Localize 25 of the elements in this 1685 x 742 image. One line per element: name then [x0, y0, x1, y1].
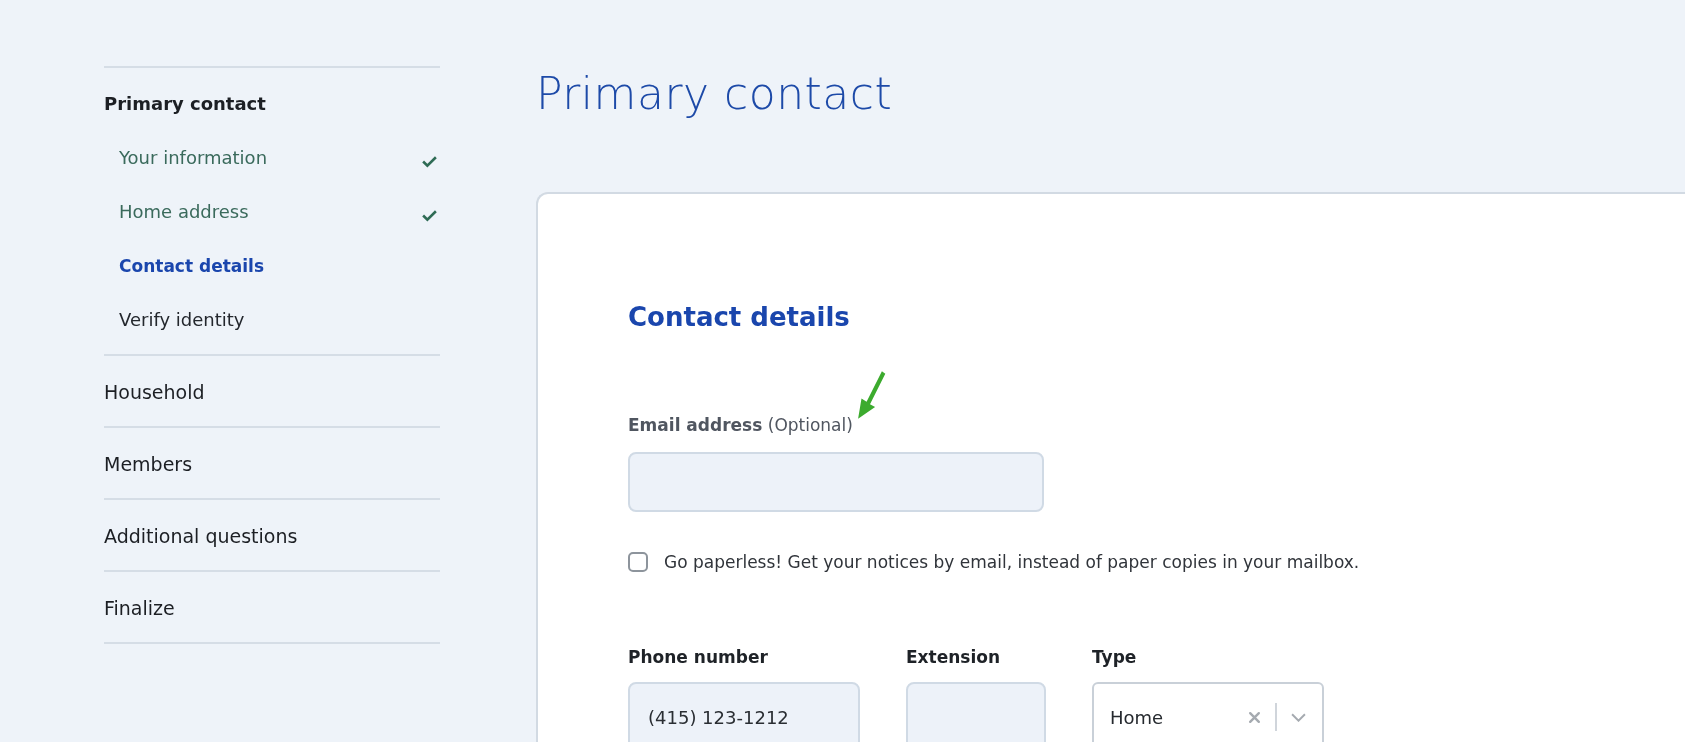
- sidebar-item[interactable]: Verify identity: [104, 308, 440, 332]
- sidebar-section[interactable]: Finalize: [104, 596, 440, 620]
- page-title: Primary contact: [536, 67, 894, 121]
- section-heading: Contact details: [628, 301, 851, 334]
- sidebar-item[interactable]: Contact details: [104, 254, 440, 278]
- check-icon: [421, 155, 438, 168]
- sidebar-section[interactable]: Additional questions: [104, 524, 440, 548]
- email-label: Email address (Optional): [628, 414, 853, 436]
- check-icon: [421, 209, 438, 222]
- type-label: Type: [1092, 646, 1138, 668]
- sidebar-section[interactable]: Household: [104, 380, 440, 404]
- type-select[interactable]: Home: [1092, 682, 1324, 742]
- extension-field[interactable]: [906, 682, 1046, 742]
- paperless-checkbox[interactable]: [628, 552, 648, 572]
- sidebar-item[interactable]: Home address: [104, 200, 249, 224]
- phone-label: Phone number: [628, 646, 769, 668]
- sidebar-item[interactable]: Your information: [104, 146, 268, 170]
- email-field[interactable]: [628, 452, 1044, 512]
- extension-label: Extension: [906, 646, 1002, 668]
- clear-icon[interactable]: [1248, 710, 1261, 724]
- paperless-label: Go paperless! Get your notices by email, instead of paper copies in your mailbox.: [664, 552, 1360, 572]
- phone-field[interactable]: (415) 123-1212: [628, 682, 860, 742]
- sidebar-section[interactable]: Primary contact: [104, 92, 440, 116]
- sidebar-section[interactable]: Members: [104, 452, 440, 476]
- chevron-icon[interactable]: [1291, 712, 1306, 722]
